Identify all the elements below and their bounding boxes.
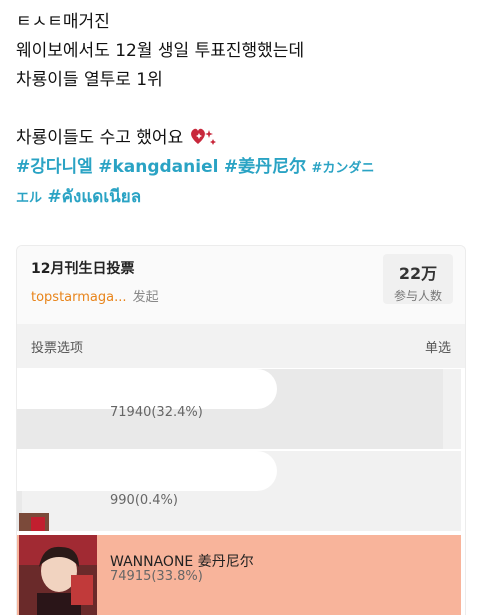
post-thanks-line: 차룡이들도 수고 했어요 — [16, 124, 468, 153]
poll-source: topstarmaga... 发起 — [31, 286, 159, 305]
hashtag-link[interactable]: #강다니엘 — [16, 157, 93, 177]
poll-option-name: WANNAONE 姜丹尼尔 — [110, 554, 254, 570]
post-line: 차룡이들 열투로 1위 — [16, 70, 163, 90]
poll-options-label: 投票选项 — [31, 341, 84, 356]
poll-option-votes: 74915(33.8%) — [110, 569, 203, 584]
poll-option-winner[interactable]: WANNAONE 姜丹尼尔 74915(33.8%) — [17, 535, 461, 615]
post-line: ㅌㅅㅌ매거진 — [16, 12, 110, 32]
poll-mode-label: 单选 — [424, 341, 451, 356]
hashtag-link[interactable]: #kangdaniel — [98, 157, 218, 177]
poll-type-bar: 投票选项 单选 — [17, 324, 465, 368]
participant-count-box: 22万 参与人数 — [383, 254, 453, 304]
hashtag-link[interactable]: エル — [16, 191, 42, 206]
option-thumbnail — [19, 513, 97, 531]
hashtag-link[interactable]: #姜丹尼尔 — [224, 157, 306, 177]
sparkling-heart-icon — [189, 126, 217, 146]
redacted-option-label — [17, 451, 277, 491]
post-body: ㅌㅅㅌ매거진 웨이보에서도 12월 생일 투표진행했는데 차룡이들 열투로 1위… — [16, 8, 468, 213]
poll-option[interactable]: 71940(32.4%) — [17, 369, 461, 449]
post-line: 웨이보에서도 12월 생일 투표진행했는데 — [16, 41, 305, 61]
poll-card: 12月刊生日投票 topstarmaga... 发起 22万 参与人数 投票选项… — [16, 245, 466, 615]
redacted-option-label — [17, 369, 277, 409]
poll-option[interactable]: 990(0.4%) — [17, 451, 461, 531]
hashtag-link[interactable]: #คังแดเนียล — [47, 187, 141, 207]
artist-photo — [19, 535, 97, 615]
poll-header: 12月刊生日投票 topstarmaga... 发起 22万 参与人数 — [17, 246, 465, 324]
hashtag-line: #강다니엘 #kangdaniel #姜丹尼尔 #カンダニ — [16, 153, 468, 183]
post-thanks-text: 차룡이들도 수고 했어요 — [16, 128, 184, 148]
poll-option-votes: 71940(32.4%) — [110, 405, 203, 420]
poll-action-text: 发起 — [132, 290, 159, 305]
poll-option-votes: 990(0.4%) — [110, 493, 178, 508]
participant-count: 22万 — [398, 264, 438, 283]
hashtag-line: エル #คังแดเนียล — [16, 183, 468, 213]
poll-author-link[interactable]: topstarmaga... — [31, 290, 127, 305]
hashtag-link[interactable]: #カンダニ — [312, 161, 375, 176]
poll-title: 12月刊生日投票 — [31, 261, 135, 277]
participant-label: 参与人数 — [393, 289, 442, 303]
